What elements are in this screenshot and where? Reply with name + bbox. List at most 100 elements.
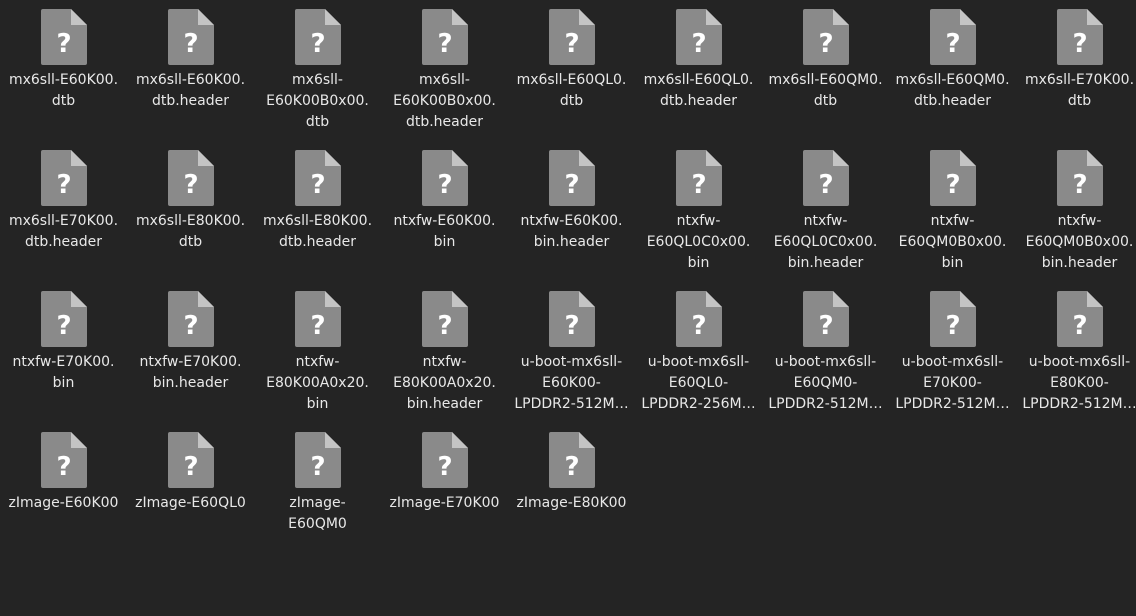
file-name-label: ntxfw- E80K00A0x20. bin.header [393,354,496,412]
file-item[interactable]: ? mx6sll-E70K00. dtb.header [0,149,127,290]
svg-text:?: ? [945,170,960,200]
svg-text:?: ? [564,452,579,482]
unknown-file-icon: ? [167,9,214,65]
file-item[interactable]: ? ntxfw- E80K00A0x20. bin.header [381,290,508,431]
unknown-file-icon: ? [675,9,722,65]
unknown-file-icon: ? [167,291,214,347]
file-name-label: ntxfw- E60QL0C0x00. bin.header [773,213,878,271]
svg-text:?: ? [56,452,71,482]
file-item[interactable]: ? ntxfw- E60QL0C0x00. bin.header [762,149,889,290]
file-name-label: ntxfw- E60QL0C0x00. bin [646,213,751,271]
unknown-file-icon: ? [294,150,341,206]
file-name-label: mx6sll- E60K00B0x00. dtb.header [393,72,496,130]
file-name-label: mx6sll-E60QL0. dtb.header [643,72,754,109]
file-name-label: ntxfw-E60K00. bin.header [520,213,623,250]
file-name-label: ntxfw-E70K00. bin.header [139,354,242,391]
file-item[interactable]: ? ntxfw- E80K00A0x20. bin [254,290,381,431]
svg-text:?: ? [945,311,960,341]
svg-text:?: ? [310,29,325,59]
unknown-file-icon: ? [1056,9,1103,65]
svg-text:?: ? [56,170,71,200]
file-item[interactable]: ? ntxfw- E60QL0C0x00. bin [635,149,762,290]
file-item[interactable]: ? mx6sll-E60QM0. dtb [762,8,889,149]
file-item[interactable]: ? zImage-E60QL0 [127,431,254,572]
unknown-file-icon: ? [548,9,595,65]
svg-text:?: ? [818,170,833,200]
file-name-label: mx6sll-E80K00. dtb [135,213,246,250]
file-item[interactable]: ? ntxfw-E70K00. bin [0,290,127,431]
svg-text:?: ? [310,311,325,341]
unknown-file-icon: ? [1056,150,1103,206]
file-name-label: mx6sll-E60K00. dtb [8,72,119,109]
file-item[interactable]: ? zImage-E70K00 [381,431,508,572]
file-name-label: mx6sll-E70K00. dtb [1024,72,1135,109]
file-name-label: zImage-E60QL0 [135,495,246,511]
file-item[interactable]: ? mx6sll-E60K00. dtb [0,8,127,149]
file-name-label: zImage-E80K00 [516,495,627,511]
svg-text:?: ? [437,311,452,341]
unknown-file-icon: ? [1056,291,1103,347]
svg-text:?: ? [437,170,452,200]
svg-text:?: ? [691,311,706,341]
file-item[interactable]: ? u-boot-mx6sll- E60QM0- LPDDR2-512M… [762,290,889,431]
file-item[interactable]: ? mx6sll-E60QM0. dtb.header [889,8,1016,149]
svg-text:?: ? [183,452,198,482]
file-item[interactable]: ? ntxfw-E60K00. bin.header [508,149,635,290]
unknown-file-icon: ? [802,150,849,206]
unknown-file-icon: ? [421,9,468,65]
file-name-label: u-boot-mx6sll- E80K00- LPDDR2-512M… [1022,354,1136,412]
unknown-file-icon: ? [294,291,341,347]
file-name-label: ntxfw-E70K00. bin [12,354,115,391]
file-name-label: u-boot-mx6sll- E60K00- LPDDR2-512M… [514,354,629,412]
file-item[interactable]: ? zImage-E60K00 [0,431,127,572]
svg-text:?: ? [437,452,452,482]
svg-text:?: ? [564,170,579,200]
file-name-label: u-boot-mx6sll- E70K00- LPDDR2-512M… [895,354,1010,412]
svg-text:?: ? [1072,311,1087,341]
file-item[interactable]: ? mx6sll- E60K00B0x00. dtb [254,8,381,149]
file-name-label: mx6sll-E70K00. dtb.header [8,213,119,250]
file-item[interactable]: ? mx6sll-E80K00. dtb.header [254,149,381,290]
svg-text:?: ? [183,170,198,200]
file-name-label: mx6sll-E80K00. dtb.header [262,213,373,250]
file-item[interactable]: ? mx6sll-E60K00. dtb.header [127,8,254,149]
file-name-label: u-boot-mx6sll- E60QM0- LPDDR2-512M… [768,354,883,412]
unknown-file-icon: ? [802,9,849,65]
file-item[interactable]: ? ntxfw- E60QM0B0x00. bin.header [1016,149,1136,290]
unknown-file-icon: ? [40,291,87,347]
file-name-label: u-boot-mx6sll- E60QL0- LPDDR2-256M… [641,354,756,412]
file-item[interactable]: ? ntxfw-E70K00. bin.header [127,290,254,431]
file-item[interactable]: ? u-boot-mx6sll- E70K00- LPDDR2-512M… [889,290,1016,431]
file-name-label: mx6sll-E60K00. dtb.header [135,72,246,109]
unknown-file-icon: ? [802,291,849,347]
file-item[interactable]: ? mx6sll-E70K00. dtb [1016,8,1136,149]
file-item[interactable]: ? zImage- E60QM0 [254,431,381,572]
unknown-file-icon: ? [40,150,87,206]
unknown-file-icon: ? [929,291,976,347]
svg-text:?: ? [183,29,198,59]
unknown-file-icon: ? [167,432,214,488]
file-item[interactable]: ? mx6sll-E60QL0. dtb [508,8,635,149]
unknown-file-icon: ? [421,432,468,488]
unknown-file-icon: ? [421,291,468,347]
svg-text:?: ? [56,311,71,341]
svg-text:?: ? [437,29,452,59]
file-name-label: ntxfw- E60QM0B0x00. bin [898,213,1007,271]
file-name-label: zImage- E60QM0 [288,495,347,532]
file-item[interactable]: ? u-boot-mx6sll- E80K00- LPDDR2-512M… [1016,290,1136,431]
file-item[interactable]: ? mx6sll-E80K00. dtb [127,149,254,290]
file-name-label: ntxfw- E60QM0B0x00. bin.header [1025,213,1134,271]
svg-text:?: ? [310,170,325,200]
file-item[interactable]: ? u-boot-mx6sll- E60QL0- LPDDR2-256M… [635,290,762,431]
file-item[interactable]: ? ntxfw-E60K00. bin [381,149,508,290]
file-item[interactable]: ? u-boot-mx6sll- E60K00- LPDDR2-512M… [508,290,635,431]
file-name-label: mx6sll-E60QM0. dtb.header [895,72,1010,109]
unknown-file-icon: ? [675,150,722,206]
file-item[interactable]: ? zImage-E80K00 [508,431,635,572]
file-item[interactable]: ? ntxfw- E60QM0B0x00. bin [889,149,1016,290]
file-item[interactable]: ? mx6sll- E60K00B0x00. dtb.header [381,8,508,149]
svg-text:?: ? [564,311,579,341]
unknown-file-icon: ? [929,150,976,206]
file-item[interactable]: ? mx6sll-E60QL0. dtb.header [635,8,762,149]
svg-text:?: ? [945,29,960,59]
